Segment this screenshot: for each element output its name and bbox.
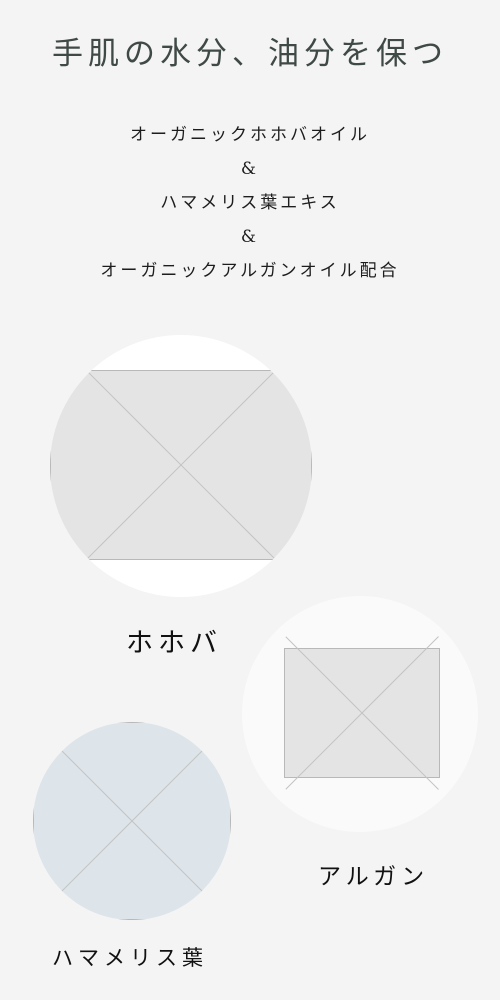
argan-circle — [242, 596, 478, 832]
page-headline: 手肌の水分、油分を保つ — [52, 36, 448, 72]
ingredient-separator-1: & — [240, 159, 260, 179]
argan-image — [284, 648, 440, 778]
ingredient-separator-2: & — [240, 227, 260, 247]
jojoba-circle — [50, 335, 312, 597]
jojoba-label: ホホバ — [126, 628, 222, 659]
ingredient-line-2: ハマメリス葉エキス — [160, 193, 340, 213]
ingredient-line-3: オーガニックアルガンオイル配合 — [100, 261, 400, 281]
hamamelis-image — [33, 722, 231, 920]
ingredient-list: オーガニックホホバオイル & ハマメリス葉エキス & オーガニックアルガンオイル… — [0, 118, 500, 288]
hamamelis-label: ハマメリス葉 — [52, 946, 208, 970]
jojoba-image — [50, 370, 312, 560]
ingredient-line-1: オーガニックホホバオイル — [130, 125, 370, 145]
argan-label: アルガン — [318, 864, 430, 890]
hamamelis-circle — [33, 722, 231, 920]
